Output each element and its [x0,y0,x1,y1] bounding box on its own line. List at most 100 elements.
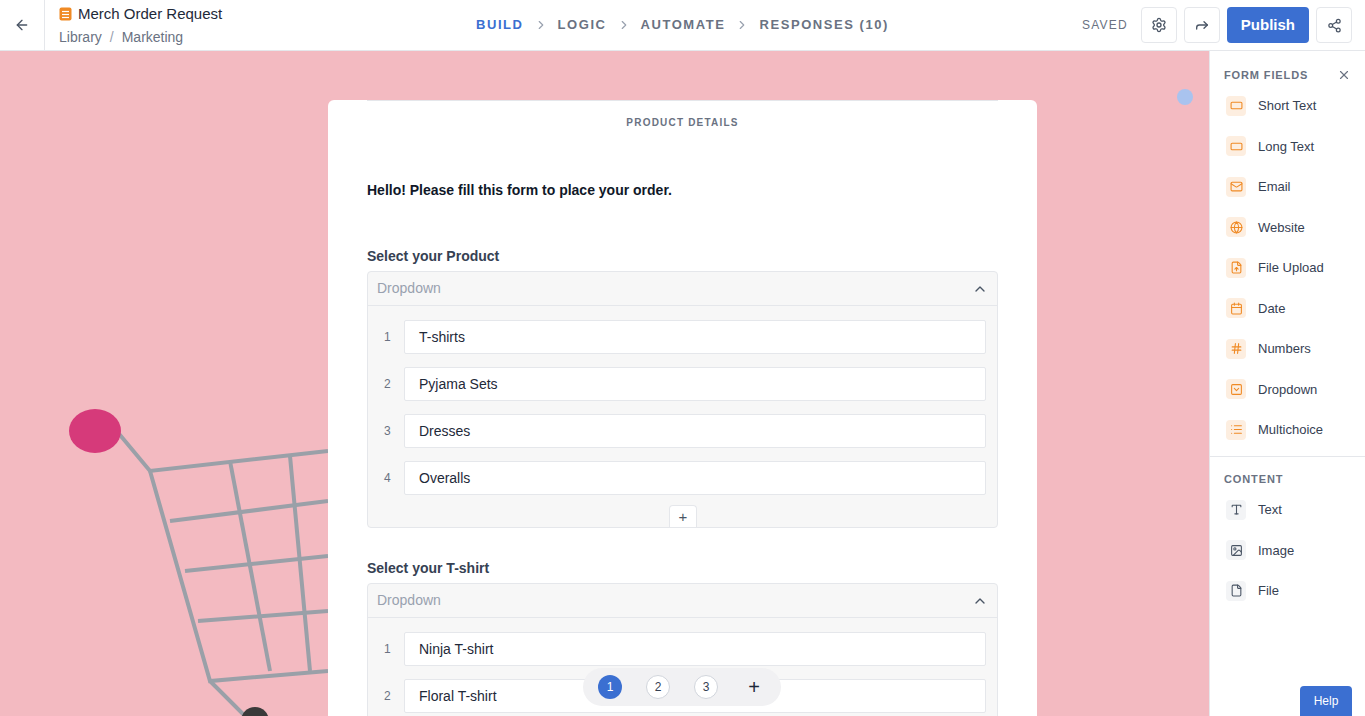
field-label: Date [1258,299,1285,319]
field-type-icon [1226,298,1246,318]
option-number: 2 [380,687,404,705]
option-number: 1 [380,640,404,658]
form-title[interactable]: Merch Order Request [78,4,222,24]
field-item[interactable]: Date [1210,288,1365,329]
question-label[interactable]: Select your T-shirt [367,559,998,577]
option-input[interactable]: Dresses [404,414,986,448]
gear-icon [1151,17,1167,33]
option-input[interactable]: T-shirts [404,320,986,354]
share-button[interactable] [1316,7,1352,43]
settings-button[interactable] [1141,7,1177,43]
field-label: Image [1258,541,1294,561]
page-button[interactable]: 1 [598,675,622,699]
field-item[interactable]: Dropdown [1210,369,1365,410]
field-item[interactable]: Email [1210,167,1365,208]
option-row: 1T-shirts [380,320,986,354]
field-item[interactable]: File [1210,571,1365,612]
dropdown-placeholder: Dropdown [377,590,441,611]
field-item[interactable]: Short Text [1210,86,1365,127]
dropdown-question: Select your Product Dropdown 1T-shirts 2Pyj… [367,247,998,528]
field-item[interactable]: Image [1210,530,1365,571]
option-number: 1 [380,328,404,346]
add-option-button[interactable]: + [669,505,697,527]
field-type-icon [1226,258,1246,278]
step-tab[interactable]: BUILD [476,15,524,35]
field-label: Dropdown [1258,380,1317,400]
close-icon[interactable] [1337,68,1351,82]
cursor-dot [1177,89,1193,105]
field-type-icon [1226,136,1246,156]
dropdown-header[interactable]: Dropdown [368,272,997,306]
page-navigator: 123 + [583,668,781,706]
panel-section-title: CONTENT [1224,471,1283,488]
forward-button[interactable] [1184,7,1220,43]
page-button[interactable]: 2 [646,675,670,699]
back-button[interactable] [0,0,45,50]
chevron-up-icon [972,281,988,297]
option-row: 3Dresses [380,414,986,448]
panel-section-title: FORM FIELDS [1224,67,1308,84]
publish-button[interactable]: Publish [1227,7,1309,43]
option-input[interactable]: Ninja T-shirt [404,632,986,666]
shopping-cart-photo [0,351,328,716]
dropdown-header[interactable]: Dropdown [368,584,997,618]
field-item[interactable]: Text [1210,490,1365,531]
field-item[interactable]: Long Text [1210,126,1365,167]
field-type-icon [1226,177,1246,197]
back-arrow-icon [14,17,30,33]
top-bar: Merch Order Request Library / Marketing BUIL… [0,0,1365,51]
chevron-up-icon [972,593,988,609]
breadcrumb-item[interactable]: Marketing [122,27,183,47]
option-row: 4Overalls [380,461,986,495]
save-status: SAVED [1082,16,1128,34]
field-type-icon [1226,339,1246,359]
panel-section: FORM FIELDS Short Text Long Text Email Websi… [1210,51,1365,450]
page-button[interactable]: 3 [694,675,718,699]
form-icon [59,7,72,21]
step-tab[interactable]: AUTOMATE [641,15,726,35]
field-label: Short Text [1258,96,1316,116]
form-card: PRODUCT DETAILS Hello! Please fill this f… [328,100,1037,716]
share-icon [1327,18,1342,33]
add-page-button[interactable]: + [742,675,766,699]
field-label: Long Text [1258,137,1314,157]
dropdown-placeholder: Dropdown [377,278,441,299]
option-row: 2Pyjama Sets [380,367,986,401]
breadcrumb-item[interactable]: Library [59,27,102,47]
help-button[interactable]: Help [1300,686,1352,716]
field-type-icon [1226,217,1246,237]
field-label: Multichoice [1258,420,1323,440]
forward-arrow-icon [1194,17,1210,33]
option-row: 1Ninja T-shirt [380,632,986,666]
field-label: File Upload [1258,258,1324,278]
field-label: Email [1258,177,1291,197]
panel-section: CONTENT Text Image File [1210,456,1365,611]
option-number: 2 [380,375,404,393]
intro-text[interactable]: Hello! Please fill this form to place yo… [367,181,998,199]
chevron-right-icon [735,18,749,32]
option-number: 3 [380,422,404,440]
form-fields-panel: FORM FIELDS Short Text Long Text Email Websi… [1209,51,1365,716]
step-tab[interactable]: LOGIC [558,15,607,35]
field-type-icon [1226,500,1246,520]
field-item[interactable]: Multichoice [1210,410,1365,451]
field-item[interactable]: Numbers [1210,329,1365,370]
option-number: 4 [380,469,404,487]
field-type-icon [1226,540,1246,560]
step-nav: BUILD LOGIC AUTOMATE RESPONSES (10) [476,15,889,35]
canvas: PRODUCT DETAILS Hello! Please fill this f… [0,51,1209,716]
section-title[interactable]: PRODUCT DETAILS [626,117,738,128]
field-item[interactable]: Website [1210,207,1365,248]
field-type-icon [1226,96,1246,116]
chevron-right-icon [617,18,631,32]
step-tab[interactable]: RESPONSES (10) [759,15,888,35]
breadcrumb-separator: / [110,27,114,47]
chevron-right-icon [534,18,548,32]
option-input[interactable]: Overalls [404,461,986,495]
form-builder: Merch Order Request Library / Marketing BUIL… [0,0,1365,716]
question-label[interactable]: Select your Product [367,247,998,265]
field-label: File [1258,581,1279,601]
field-type-icon [1226,379,1246,399]
field-item[interactable]: File Upload [1210,248,1365,289]
option-input[interactable]: Pyjama Sets [404,367,986,401]
